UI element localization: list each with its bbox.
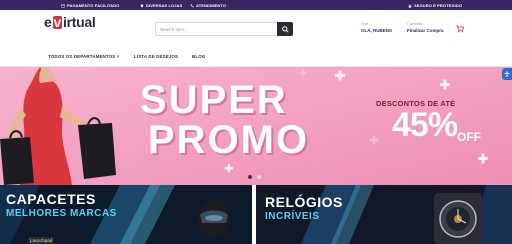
- main-nav: TODOS OS DEPARTAMENTOS ˅ LISTA DE DESEJO…: [0, 48, 512, 67]
- page: PAGAMENTO FACILITADO DIVERSAS LOJAS ATEN…: [0, 0, 512, 244]
- carousel-dot[interactable]: [248, 175, 252, 179]
- launchpad-button[interactable]: Launchpad: [28, 237, 55, 244]
- search-button[interactable]: [277, 22, 293, 36]
- lock-icon: [408, 4, 412, 8]
- search-box: [155, 22, 293, 36]
- security-info: SEGURO E PROTEGIDO: [408, 3, 462, 8]
- carousel-dots: [248, 175, 261, 179]
- hero-title-line1: SUPER: [140, 78, 288, 122]
- location-pin-icon: [140, 3, 144, 8]
- hero-discount-value: 45%: [392, 106, 458, 144]
- service-label: ATENDIMENTO: [196, 3, 227, 8]
- search-icon: [281, 25, 289, 33]
- carousel-dot[interactable]: [257, 175, 261, 179]
- stores-info: DIVERSAS LOJAS: [140, 3, 182, 8]
- accessibility-icon: [504, 71, 510, 77]
- payment-label: PAGAMENTO FACILITADO: [67, 3, 120, 8]
- logo-e: e: [44, 14, 52, 30]
- account-greeting: OLÁ, RUBENS: [361, 28, 393, 33]
- stores-label: DIVERSAS LOJAS: [146, 3, 183, 8]
- phone-icon: [190, 3, 194, 7]
- search-input[interactable]: [156, 23, 276, 35]
- watches-title: RELÓGIOS: [265, 194, 343, 210]
- site-logo[interactable]: e v irtual: [44, 13, 96, 30]
- cart-icon[interactable]: [456, 25, 464, 33]
- nav-departments-label: TODOS OS DEPARTAMENTOS: [48, 54, 116, 59]
- logo-v: v: [52, 13, 62, 30]
- security-label: SEGURO E PROTEGIDO: [414, 3, 463, 8]
- nav-blog[interactable]: BLOG: [192, 54, 205, 59]
- service-info: ATENDIMENTO: [190, 3, 226, 8]
- banner-watches[interactable]: RELÓGIOS INCRÍVEIS: [256, 185, 512, 244]
- cart-menu[interactable]: Carrinho Finalizar Compra: [407, 21, 467, 35]
- accessibility-tab[interactable]: [502, 68, 512, 80]
- chevron-down-icon: ˅: [116, 54, 120, 59]
- helmets-subtitle: MELHORES MARCAS: [6, 208, 117, 219]
- helmets-title: CAPACETES: [6, 191, 96, 207]
- nav-wishlist[interactable]: LISTA DE DESEJOS: [134, 54, 178, 59]
- card-icon: [61, 4, 65, 7]
- watches-subtitle: INCRÍVEIS: [265, 211, 320, 222]
- hero-discount-off: OFF: [457, 130, 481, 144]
- hero-title-line2: PROMO: [148, 118, 310, 162]
- payment-info: PAGAMENTO FACILITADO: [61, 3, 119, 8]
- logo-rest: irtual: [63, 14, 96, 30]
- nav-departments[interactable]: TODOS OS DEPARTAMENTOS ˅: [48, 54, 119, 59]
- account-menu[interactable]: Sair OLÁ, RUBENS: [361, 21, 401, 35]
- account-logout-label[interactable]: Sair: [361, 21, 401, 26]
- top-info-bar: PAGAMENTO FACILITADO DIVERSAS LOJAS ATEN…: [0, 0, 512, 10]
- banner-helmets[interactable]: CAPACETES MELHORES MARCAS: [0, 185, 252, 244]
